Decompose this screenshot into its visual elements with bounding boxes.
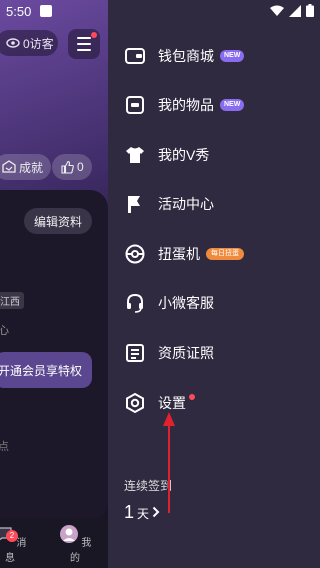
menu-line xyxy=(77,43,91,45)
headset-icon xyxy=(124,292,146,314)
side-drawer: 钱包商城 NEW 我的物品 NEW 我的V秀 活动中心 扭蛋机 每日扭蛋 小微客… xyxy=(108,0,320,568)
menu-item-customer-service[interactable]: 小微客服 xyxy=(124,288,314,318)
certificate-icon xyxy=(124,342,146,364)
visitors-chip[interactable]: 0访客 xyxy=(0,30,58,56)
new-badge: NEW xyxy=(220,50,245,62)
menu-item-label: 小微客服 xyxy=(158,295,214,311)
menu-item-settings[interactable]: 设置 xyxy=(124,388,314,418)
profile-text-fragment: 心 xyxy=(0,325,9,337)
menu-item-label: 资质证照 xyxy=(158,345,214,361)
likes-count: 0 xyxy=(77,160,84,174)
achievement-chip[interactable]: 成就 xyxy=(0,154,52,180)
menu-item-label: 钱包商城 xyxy=(158,48,214,64)
message-badge: 2 xyxy=(6,530,18,542)
visitors-label: 0访客 xyxy=(23,36,54,51)
notification-icon xyxy=(40,5,52,17)
profile-background: 0访客 成就 0 编辑资料 江西 心 开通会员享特权 点 2 消息 我的 xyxy=(0,0,108,568)
vip-button[interactable]: 开通会员享特权 xyxy=(0,352,92,388)
menu-item-qualifications[interactable]: 资质证照 xyxy=(124,338,314,368)
signin-count: 1 xyxy=(124,502,135,522)
location-tag: 江西 xyxy=(0,292,24,309)
chevron-right-icon xyxy=(152,506,160,518)
wallet-icon xyxy=(124,45,146,67)
menu-item-my-items[interactable]: 我的物品 NEW xyxy=(124,90,314,120)
menu-item-label: 我的物品 xyxy=(158,97,214,113)
settings-icon xyxy=(124,392,146,414)
box-icon xyxy=(124,94,146,116)
dim-text-fragment: 点 xyxy=(0,441,9,453)
tshirt-icon xyxy=(124,144,146,166)
capsule-icon xyxy=(124,243,146,265)
system-icons xyxy=(270,4,314,17)
menu-item-label: 我的V秀 xyxy=(158,147,210,163)
edit-profile-button[interactable]: 编辑资料 xyxy=(24,208,92,234)
flag-icon xyxy=(124,193,146,215)
thumbs-up-icon xyxy=(61,160,74,174)
menu-item-gacha[interactable]: 扭蛋机 每日扭蛋 xyxy=(124,239,314,269)
menu-item-activity-center[interactable]: 活动中心 xyxy=(124,189,314,219)
wifi-icon xyxy=(270,5,284,16)
signin-label: 连续签到 xyxy=(124,479,173,493)
achievement-label: 成就 xyxy=(19,160,44,175)
new-badge: NEW xyxy=(220,99,245,111)
tab-messages[interactable]: 2 消息 xyxy=(0,524,30,564)
menu-item-wallet-mall[interactable]: 钱包商城 NEW xyxy=(124,41,314,71)
menu-line xyxy=(77,37,91,39)
likes-chip[interactable]: 0 xyxy=(52,154,92,180)
signin-unit: 天 xyxy=(137,507,150,521)
status-time: 5:50 xyxy=(6,4,32,19)
tab-mine[interactable]: 我的 xyxy=(55,524,95,564)
menu-line xyxy=(77,49,91,51)
signin-streak[interactable]: 1 天 xyxy=(124,502,160,523)
avatar-icon xyxy=(59,525,78,543)
signal-icon xyxy=(289,4,301,17)
daily-gacha-badge: 每日扭蛋 xyxy=(206,248,244,260)
menu-red-dot xyxy=(91,32,97,38)
settings-red-dot xyxy=(189,394,195,400)
status-bar: 5:50 xyxy=(0,0,320,24)
battery-icon xyxy=(306,4,314,17)
eye-icon xyxy=(6,38,20,48)
menu-item-label: 扭蛋机 xyxy=(158,246,200,262)
menu-item-label: 活动中心 xyxy=(158,196,214,212)
menu-button[interactable] xyxy=(68,29,100,59)
menu-item-my-v-show[interactable]: 我的V秀 xyxy=(124,140,314,170)
bottom-tab-bar: 2 消息 我的 xyxy=(0,518,108,568)
menu-item-label: 设置 xyxy=(158,395,186,411)
achievement-icon xyxy=(2,160,16,173)
